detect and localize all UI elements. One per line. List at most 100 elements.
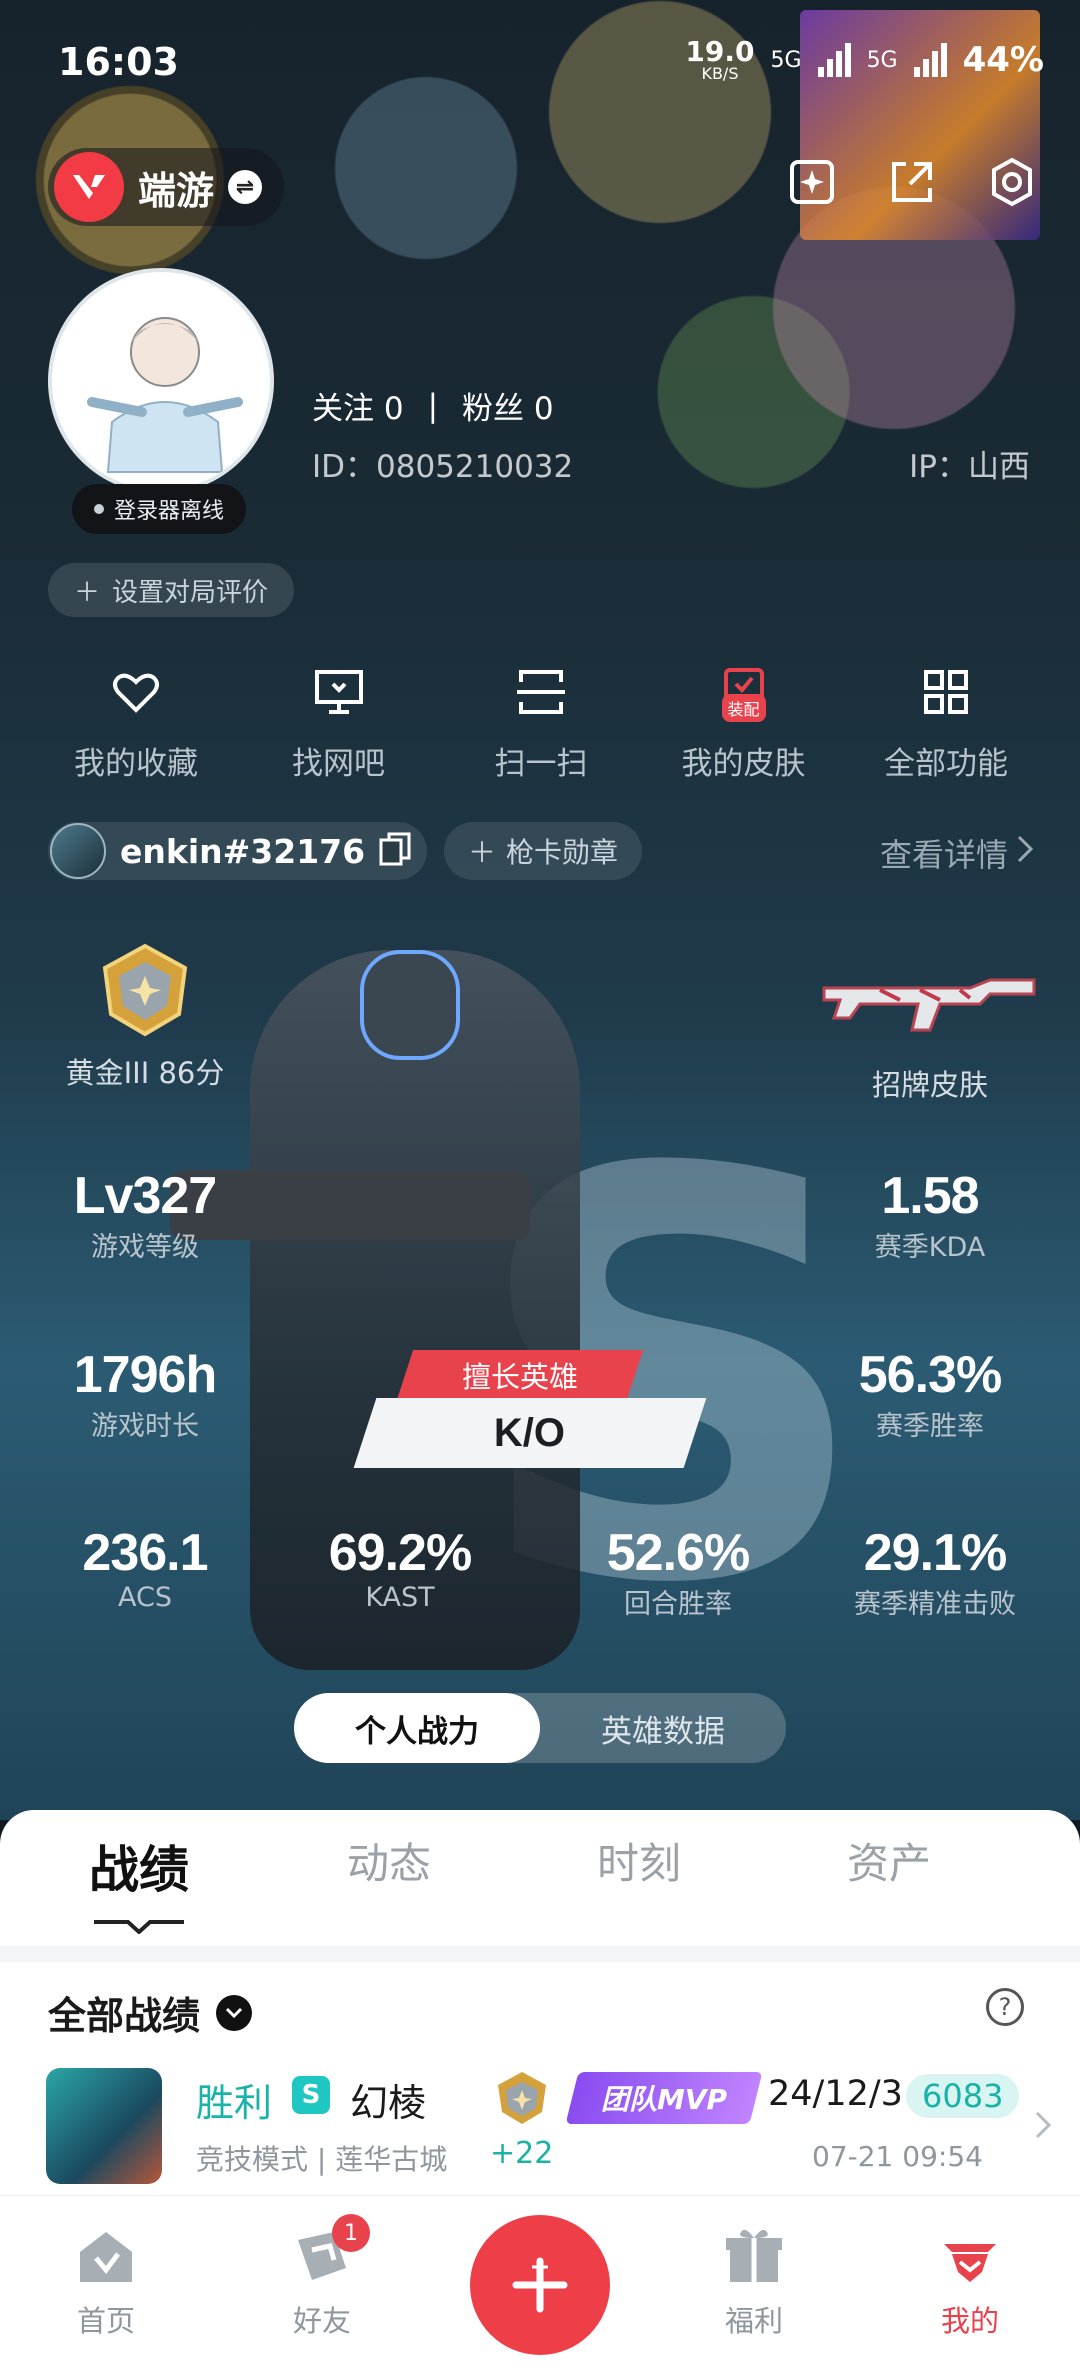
- profile-hero: 16:03 19.0 KB/S 5G 5G 44% 端游 ⇌ 登录器离线 关注 …: [0, 0, 1080, 1820]
- signal-icon-2: [913, 43, 947, 77]
- card-badges-label: 枪卡勋章: [506, 836, 619, 869]
- scan-icon: [509, 660, 573, 724]
- quick-favorites-label: 我的收藏: [74, 746, 198, 782]
- quick-actions: 我的收藏 找网吧 扫一扫 装配 我的皮肤 全部功能: [36, 660, 1046, 783]
- quick-netcafe-label: 找网吧: [292, 746, 385, 782]
- quick-favorites[interactable]: 我的收藏: [36, 660, 236, 783]
- game-account-chip[interactable]: enkin#32176: [48, 822, 428, 880]
- stats-segment-control: 个人战力 英雄数据: [294, 1693, 786, 1763]
- tab-feed[interactable]: 动态: [264, 1830, 514, 1902]
- team-mvp-badge: 团队MVP: [565, 2072, 763, 2124]
- nav-friends-label: 好友: [292, 2304, 351, 2338]
- offline-dot-icon: [94, 504, 104, 514]
- main-agent-badge[interactable]: 擅长英雄 K/O: [353, 1350, 715, 1470]
- segment-agents[interactable]: 英雄数据: [540, 1693, 786, 1763]
- favorites-card-icon[interactable]: [780, 150, 844, 214]
- match-result: 胜利: [196, 2081, 273, 2125]
- agent-profile-icon: [944, 2244, 996, 2282]
- quick-all-functions-label: 全部功能: [884, 746, 1008, 782]
- tab-assets[interactable]: 资产: [764, 1830, 1014, 1902]
- stat-kda: 1.58 赛季KDA: [830, 1167, 1030, 1264]
- status-bar-right: 19.0 KB/S 5G 5G 44%: [685, 38, 1044, 82]
- match-map-name: 幻棱: [350, 2081, 427, 2125]
- stat-precise-kill-label: 赛季精准击败: [854, 1589, 1016, 1621]
- friends-badge: 1: [332, 2214, 370, 2252]
- quick-skins[interactable]: 装配 我的皮肤: [644, 660, 844, 783]
- team-mvp-label: 团队MVP: [600, 2083, 728, 2116]
- battery-level: 44%: [962, 40, 1044, 80]
- follow-separator: |: [427, 387, 439, 424]
- stat-round-win-label: 回合胜率: [624, 1589, 732, 1621]
- signature-skin-label: 招牌皮肤: [871, 1068, 988, 1102]
- grid-icon: [914, 660, 978, 724]
- stat-winrate-value: 56.3%: [858, 1346, 1002, 1404]
- match-mode-line: 竞技模式 | 莲华古城: [196, 2143, 448, 2176]
- nav-me[interactable]: 我的: [900, 2224, 1040, 2340]
- view-details-link[interactable]: 查看详情: [880, 830, 1034, 876]
- ip-location: IP：山西: [909, 449, 1030, 485]
- nav-welfare-label: 福利: [724, 2304, 783, 2338]
- mode-badge: S: [292, 2076, 330, 2114]
- match-record-row[interactable]: 胜利 S 幻棱 竞技模式 | 莲华古城 +22 团队MVP 24/12/3 60…: [46, 2068, 1052, 2188]
- app-switcher[interactable]: 端游 ⇌: [48, 148, 285, 226]
- stat-kast-label: KAST: [365, 1582, 435, 1614]
- stat-winrate-label: 赛季胜率: [876, 1411, 984, 1443]
- following-count: 0: [383, 391, 404, 427]
- plus-icon: ＋: [74, 577, 101, 608]
- main-agent-tag-label: 擅长英雄: [461, 1360, 578, 1394]
- stat-hours: 1796h 游戏时长: [60, 1346, 230, 1443]
- tab-moments[interactable]: 时刻: [514, 1830, 764, 1902]
- set-match-rating-button[interactable]: ＋ 设置对局评价: [48, 563, 295, 617]
- card-badges-button[interactable]: ＋ 枪卡勋章: [444, 822, 643, 880]
- records-filter-label: 全部战绩: [48, 1994, 201, 2038]
- quick-netcafe[interactable]: 找网吧: [239, 660, 439, 783]
- tabs-divider: [0, 1946, 1080, 1962]
- chevron-down-icon: [216, 1994, 253, 2031]
- settings-icon[interactable]: [980, 150, 1044, 214]
- tab-records[interactable]: 战绩: [14, 1830, 264, 1902]
- signature-skin-block[interactable]: 招牌皮肤: [820, 960, 1040, 1104]
- fans[interactable]: 粉丝 0: [462, 383, 554, 428]
- agent-ko-head: [360, 950, 460, 1060]
- rank-block[interactable]: 黄金III 86分: [60, 940, 230, 1092]
- plus-icon: [512, 2257, 568, 2313]
- following[interactable]: 关注 0: [312, 383, 404, 428]
- copy-icon[interactable]: [379, 832, 411, 870]
- user-avatar[interactable]: [48, 268, 274, 494]
- gift-icon: [726, 2229, 782, 2282]
- net-speed-unit: KB/S: [701, 64, 739, 83]
- stat-acs-label: ACS: [118, 1582, 172, 1614]
- net-speed: 19.0 KB/S: [685, 38, 754, 82]
- stat-level: Lv327 游戏等级: [60, 1167, 230, 1264]
- records-filter[interactable]: 全部战绩: [48, 1985, 253, 2040]
- riot-id: enkin#32176: [120, 831, 366, 871]
- skin-badge: 装配: [721, 694, 766, 722]
- fans-count: 0: [533, 391, 554, 427]
- stat-acs: 236.1 ACS: [45, 1524, 245, 1614]
- stat-kast-value: 69.2%: [328, 1524, 472, 1582]
- nav-friends[interactable]: 1 好友: [252, 2214, 392, 2340]
- plus-icon: ＋: [468, 836, 497, 869]
- nav-me-label: 我的: [940, 2304, 999, 2338]
- nav-home[interactable]: 首页: [36, 2224, 176, 2340]
- stat-hours-value: 1796h: [73, 1346, 217, 1404]
- nav-welfare[interactable]: 福利: [684, 2224, 824, 2340]
- quick-scan-label: 扫一扫: [494, 746, 588, 782]
- quick-scan[interactable]: 扫一扫: [441, 660, 641, 783]
- top-actions: [780, 150, 1044, 214]
- skin-icon: 装配: [712, 660, 776, 724]
- help-icon[interactable]: ?: [986, 1988, 1024, 2026]
- monitor-icon: [307, 660, 371, 724]
- segment-personal[interactable]: 个人战力: [294, 1693, 540, 1763]
- rifle-skin-icon: [822, 978, 1036, 1032]
- stat-hours-label: 游戏时长: [91, 1411, 199, 1443]
- app-name: 端游: [138, 168, 215, 213]
- network-type-2: 5G: [866, 47, 898, 73]
- share-icon[interactable]: [880, 150, 944, 214]
- chevron-right-icon: [1034, 2110, 1052, 2144]
- create-post-button[interactable]: [470, 2215, 610, 2355]
- quick-skins-label: 我的皮肤: [681, 746, 806, 782]
- stat-round-win-value: 52.6%: [606, 1524, 750, 1582]
- stat-winrate: 56.3% 赛季胜率: [830, 1346, 1030, 1443]
- quick-all-functions[interactable]: 全部功能: [846, 660, 1046, 783]
